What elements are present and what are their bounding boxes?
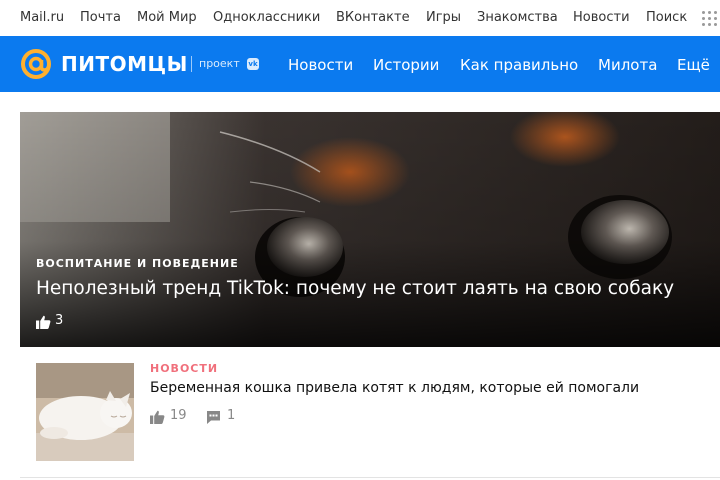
vk-icon: vk <box>247 58 259 70</box>
hero-article[interactable]: ВОСПИТАНИЕ И ПОВЕДЕНИЕ Неполезный тренд … <box>20 112 720 347</box>
site-logo-text[interactable]: ПИТОМЦЫ <box>61 52 188 76</box>
comment-icon <box>207 411 220 424</box>
hero-category[interactable]: ВОСПИТАНИЕ И ПОВЕДЕНИЕ <box>36 257 239 270</box>
portal-bar: Mail.ru Почта Мой Мир Одноклассники ВКон… <box>0 0 720 36</box>
article-comments[interactable]: 1 <box>206 408 240 426</box>
portal-link-novosti[interactable]: Новости <box>573 10 630 25</box>
hero-likes-count: 3 <box>55 313 64 328</box>
nav-istorii[interactable]: Истории <box>373 56 439 74</box>
nav-novosti[interactable]: Новости <box>288 56 353 74</box>
hero-title[interactable]: Неполезный тренд TikTok: почему не стоит… <box>36 278 674 299</box>
portal-link-poisk[interactable]: Поиск <box>646 10 687 25</box>
divider <box>20 477 720 478</box>
article-title[interactable]: Беременная кошка привела котят к людям, … <box>150 380 639 396</box>
logo-divider <box>191 56 192 72</box>
portal-link-vkontakte[interactable]: ВКонтакте <box>336 10 410 25</box>
thumbs-up-icon <box>150 410 165 424</box>
nav-milota[interactable]: Милота <box>598 56 657 74</box>
brand-header: ПИТОМЦЫ проект vk Новости Истории Как пр… <box>0 36 720 92</box>
portal-link-znakomstva[interactable]: Знакомства <box>477 10 558 25</box>
hero-dog-image <box>20 112 720 347</box>
portal-link-moy-mir[interactable]: Мой Мир <box>137 10 197 25</box>
portal-link-odnoklassniki[interactable]: Одноклассники <box>213 10 320 25</box>
thumbs-up-icon <box>36 315 51 329</box>
portal-link-igry[interactable]: Игры <box>426 10 461 25</box>
nav-kak-pravilno[interactable]: Как правильно <box>460 56 578 74</box>
at-logo-icon[interactable] <box>20 48 52 80</box>
apps-grid-icon[interactable] <box>702 11 720 27</box>
article-category[interactable]: НОВОСТИ <box>150 362 218 375</box>
article-likes[interactable]: 19 <box>150 408 190 426</box>
sleeping-cat-image <box>36 363 134 461</box>
article-comments-count: 1 <box>227 408 236 423</box>
article-likes-count: 19 <box>170 408 187 423</box>
portal-link-mailru[interactable]: Mail.ru <box>20 10 64 25</box>
article-thumbnail[interactable] <box>36 363 134 461</box>
portal-link-pochta[interactable]: Почта <box>80 10 121 25</box>
project-label: проект <box>199 57 240 70</box>
nav-eshche[interactable]: Ещё <box>677 56 710 74</box>
